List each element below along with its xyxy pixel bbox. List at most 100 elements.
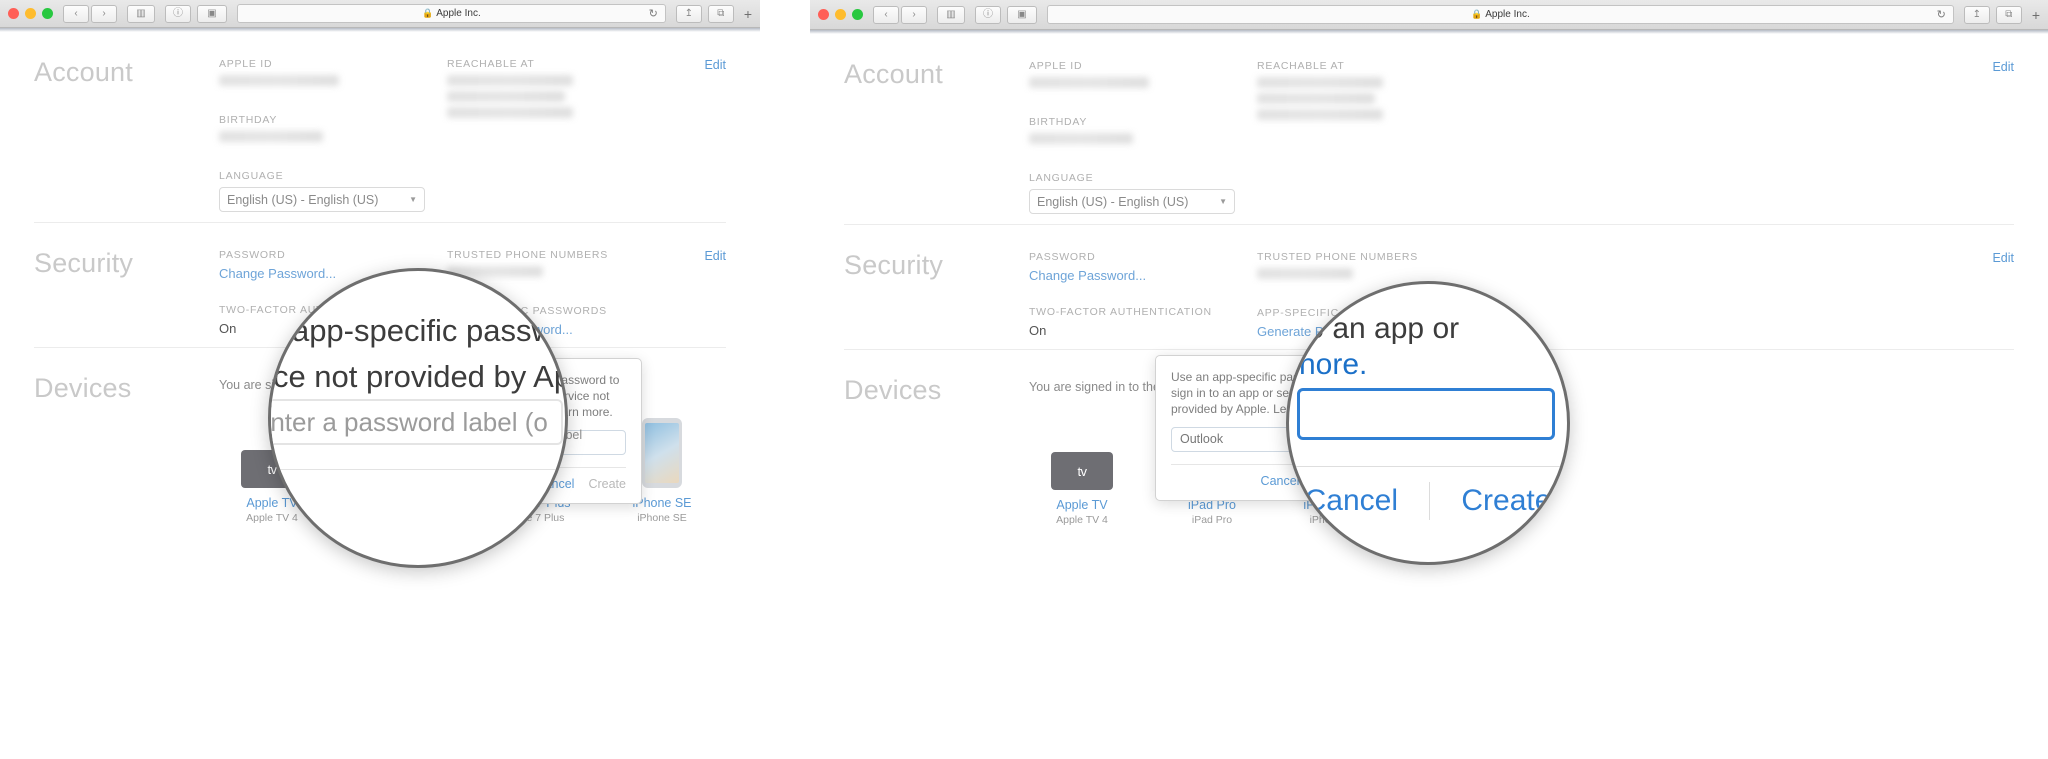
devices-title: Devices (34, 373, 132, 403)
security-col-1: PASSWORD Change Password... TWO-FACTOR A… (1029, 251, 1257, 339)
device-sub: Apple TV 4 (1056, 514, 1108, 526)
magnified-actions: Cancel Create (1289, 482, 1567, 520)
maximize-window-button[interactable] (42, 8, 53, 19)
forward-icon[interactable]: › (91, 4, 117, 23)
mid-toolgroup[interactable]: ⓘ ▣ (165, 4, 227, 23)
address-bar[interactable]: 🔒 Apple Inc. ↻ (237, 4, 666, 23)
back-icon[interactable]: ‹ (873, 5, 899, 24)
account-col-2: REACHABLE AT (447, 58, 726, 212)
language-select[interactable]: English (US) - English (US) ▼ (1029, 189, 1235, 214)
tabs-icon[interactable]: ⧉ (1995, 5, 2022, 24)
sidebar-icon[interactable]: ▥ (937, 5, 965, 24)
window-controls[interactable] (818, 9, 863, 20)
close-window-button[interactable] (8, 8, 19, 19)
browser-toolbar-left: ‹ › ▥ ⓘ ▣ 🔒 Apple Inc. ↻ ↥ ⧉ + (0, 0, 760, 28)
right-toolgroup[interactable]: ↥ ⧉ + (1963, 5, 2040, 24)
right-toolgroup[interactable]: ↥ ⧉ + (675, 4, 752, 23)
screenshot-stage: ‹ › ▥ ⓘ ▣ 🔒 Apple Inc. ↻ ↥ ⧉ + Account A… (0, 0, 2048, 759)
account-edit-button[interactable]: Edit (1992, 60, 2014, 74)
device-name[interactable]: Apple TV (1039, 498, 1125, 512)
apple-id-label: APPLE ID (1029, 60, 1083, 72)
magnified-password-label-input[interactable] (1297, 388, 1555, 440)
password-label: PASSWORD (1029, 251, 1096, 263)
minimize-window-button[interactable] (835, 9, 846, 20)
magnifier-loupe-right: to an app or nore. Cancel Create (1286, 281, 1570, 565)
navigation-buttons[interactable]: ‹ › (873, 5, 927, 24)
info-icon[interactable]: ⓘ (975, 5, 1001, 24)
tabs-icon[interactable]: ⧉ (707, 4, 734, 23)
security-edit-button[interactable]: Edit (1992, 251, 2014, 265)
change-password-link[interactable]: Change Password... (1029, 268, 1257, 283)
reload-icon[interactable]: ↻ (1937, 8, 1946, 21)
magnified-cancel-button[interactable]: Cancel (1305, 484, 1398, 518)
language-select[interactable]: English (US) - English (US) ▼ (219, 187, 425, 212)
forward-icon[interactable]: › (901, 5, 927, 24)
security-edit-button[interactable]: Edit (704, 249, 726, 263)
apple-tv-icon: tv (1039, 414, 1125, 490)
birthday-label: BIRTHDAY (219, 114, 278, 126)
apple-id-value-redacted (1029, 77, 1149, 88)
panel-separator (760, 0, 810, 759)
share-icon[interactable]: ↥ (675, 4, 702, 23)
account-body: APPLE ID BIRTHDAY LANGUAGE English (US) … (219, 58, 726, 212)
back-icon[interactable]: ‹ (63, 4, 89, 23)
magnifier-loupe-left: e an app-specific passw ervice not provi… (268, 268, 568, 568)
magnified-divider (1295, 466, 1561, 467)
page-title: Account (34, 57, 133, 87)
lock-icon: 🔒 (422, 8, 434, 18)
navigation-buttons[interactable]: ‹ › (63, 4, 117, 23)
magnified-input-placeholder: Enter a password label (o (268, 406, 548, 437)
chevron-down-icon: ▼ (409, 195, 417, 204)
password-label-input-value: Outlook (1180, 432, 1224, 447)
site-identity: 🔒 Apple Inc. (1471, 9, 1530, 20)
reachable-email-redacted (447, 75, 573, 86)
reachable-phone-redacted (447, 91, 565, 102)
create-button[interactable]: Create (588, 477, 626, 491)
birthday-value-redacted (1029, 133, 1133, 144)
window-controls[interactable] (8, 8, 53, 19)
reload-icon[interactable]: ↻ (649, 7, 658, 20)
close-window-button[interactable] (818, 9, 829, 20)
device-item-apple-tv[interactable]: tv Apple TV Apple TV 4 (1039, 414, 1125, 526)
left-toolgroup[interactable]: ▥ (937, 5, 965, 24)
left-browser-window: ‹ › ▥ ⓘ ▣ 🔒 Apple Inc. ↻ ↥ ⧉ + Account A… (0, 0, 760, 759)
account-body: APPLE ID BIRTHDAY LANGUAGE English (US) … (1029, 60, 2014, 214)
magnified-divider (279, 469, 557, 470)
action-separator (1429, 482, 1431, 520)
info-icon[interactable]: ⓘ (165, 4, 191, 23)
left-toolgroup[interactable]: ▥ (127, 4, 155, 23)
magnifier-content-left: e an app-specific passw ervice not provi… (271, 271, 565, 565)
new-tab-icon[interactable]: + (744, 6, 752, 22)
magnified-password-label-input[interactable]: Enter a password label (o (268, 399, 563, 445)
account-edit-button[interactable]: Edit (704, 58, 726, 72)
new-tab-icon[interactable]: + (2032, 7, 2040, 23)
reachable-phone-redacted (1257, 93, 1375, 104)
security-title: Security (844, 250, 944, 280)
address-bar[interactable]: 🔒 Apple Inc. ↻ (1047, 5, 1954, 24)
sidebar-icon[interactable]: ▥ (127, 4, 155, 23)
language-select-value: English (US) - English (US) (227, 192, 379, 207)
url-text: Apple Inc. (1485, 9, 1530, 20)
picture-in-picture-icon[interactable]: ▣ (197, 4, 227, 23)
maximize-window-button[interactable] (852, 9, 863, 20)
account-col-1: APPLE ID BIRTHDAY LANGUAGE English (US) … (219, 58, 447, 212)
language-label: LANGUAGE (219, 170, 284, 182)
page-title: Account (844, 59, 943, 89)
two-factor-value: On (1029, 323, 1047, 338)
magnified-create-button[interactable]: Create (1461, 484, 1551, 518)
picture-in-picture-icon[interactable]: ▣ (1007, 5, 1037, 24)
minimize-window-button[interactable] (25, 8, 36, 19)
language-select-value: English (US) - English (US) (1037, 194, 1189, 209)
devices-title: Devices (844, 375, 942, 405)
birthday-value-redacted (219, 131, 323, 142)
share-icon[interactable]: ↥ (1963, 5, 1990, 24)
account-col-1: APPLE ID BIRTHDAY LANGUAGE English (US) … (1029, 60, 1257, 214)
account-section: Account APPLE ID BIRTHDAY LANGUAGE Engli… (844, 34, 2014, 224)
mid-toolgroup[interactable]: ⓘ ▣ (975, 5, 1037, 24)
trusted-phone-label: TRUSTED PHONE NUMBERS (1257, 251, 1419, 263)
chevron-down-icon: ▼ (1219, 197, 1227, 206)
